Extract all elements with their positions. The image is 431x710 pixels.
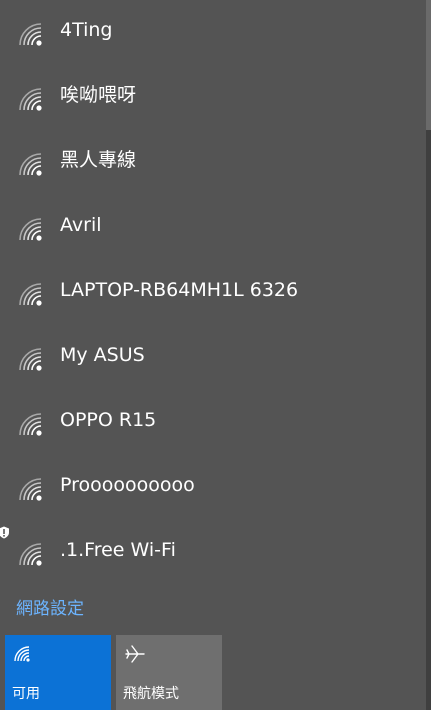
wifi-icon: [14, 646, 30, 662]
network-item[interactable]: 黑人專線: [0, 139, 426, 203]
wifi-signal-icon: [19, 283, 42, 306]
wifi-signal-icon: [19, 23, 42, 46]
network-item[interactable]: My ASUS: [0, 334, 426, 398]
wifi-signal-icon: [19, 543, 42, 566]
warning-shield-icon: [0, 526, 9, 539]
network-name: 4Ting: [60, 19, 113, 41]
network-flyout: 4Ting 唉呦喂呀 黑人專線 Avril LAPTOP-RB64MH1L 63…: [0, 0, 426, 710]
network-name: .1.Free Wi-Fi: [60, 539, 176, 561]
network-item[interactable]: .1.Free Wi-Fi: [0, 526, 426, 593]
wifi-signal-icon: [19, 218, 42, 241]
wifi-tile[interactable]: 可用: [5, 635, 111, 710]
airplane-tile-label: 飛航模式: [123, 686, 179, 702]
wifi-signal-icon: [19, 153, 42, 176]
network-name: My ASUS: [60, 344, 145, 366]
network-item[interactable]: Proooooooooo: [0, 464, 426, 528]
network-item[interactable]: Avril: [0, 204, 426, 268]
network-name: Proooooooooo: [60, 474, 195, 496]
wifi-tile-label: 可用: [12, 686, 40, 702]
wifi-signal-icon: [19, 413, 42, 436]
network-item[interactable]: 唉呦喂呀: [0, 74, 426, 138]
network-name: OPPO R15: [60, 409, 157, 431]
network-name: LAPTOP-RB64MH1L 6326: [60, 279, 299, 301]
wifi-signal-icon: [19, 88, 42, 111]
network-name: 唉呦喂呀: [60, 84, 137, 106]
wifi-signal-icon: [19, 348, 42, 371]
scrollbar[interactable]: [426, 0, 431, 710]
scrollbar-thumb[interactable]: [426, 0, 431, 130]
network-settings-link[interactable]: 網路設定: [16, 597, 84, 621]
airplane-icon: [125, 645, 145, 663]
network-item[interactable]: LAPTOP-RB64MH1L 6326: [0, 269, 426, 333]
network-name: Avril: [60, 214, 102, 236]
airplane-mode-tile[interactable]: 飛航模式: [116, 635, 222, 710]
network-item[interactable]: 4Ting: [0, 9, 426, 73]
network-item[interactable]: OPPO R15: [0, 399, 426, 463]
wifi-signal-icon: [19, 478, 42, 501]
network-name: 黑人專線: [60, 149, 137, 171]
